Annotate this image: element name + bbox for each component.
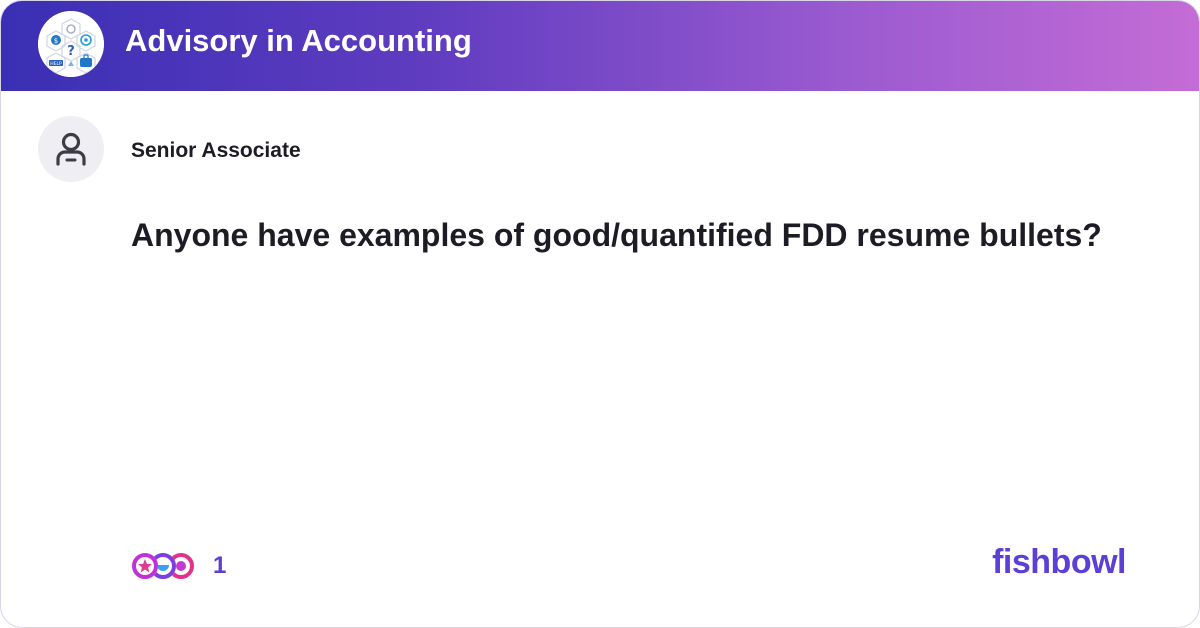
svg-text:?: ? xyxy=(67,44,75,59)
post-card: $ ? HELP Advisory in Accounting Senior A… xyxy=(0,0,1200,628)
author-title[interactable]: Senior Associate xyxy=(131,139,301,163)
bowl-title[interactable]: Advisory in Accounting xyxy=(125,23,472,59)
user-icon xyxy=(56,132,86,166)
bowl-header: $ ? HELP Advisory in Accounting xyxy=(1,1,1199,91)
help-hexagons-icon: $ ? HELP xyxy=(38,11,104,77)
post-title[interactable]: Anyone have examples of good/quantified … xyxy=(131,217,1102,254)
fishbowl-logo[interactable]: fishbowl xyxy=(992,543,1126,582)
svg-text:HELP: HELP xyxy=(50,61,62,67)
reaction-count: 1 xyxy=(213,552,227,579)
author-avatar[interactable] xyxy=(38,116,104,182)
star-reaction-icon xyxy=(132,553,158,579)
bowl-avatar[interactable]: $ ? HELP xyxy=(38,11,104,77)
reaction-icons xyxy=(132,553,194,579)
svg-text:$: $ xyxy=(54,37,58,45)
